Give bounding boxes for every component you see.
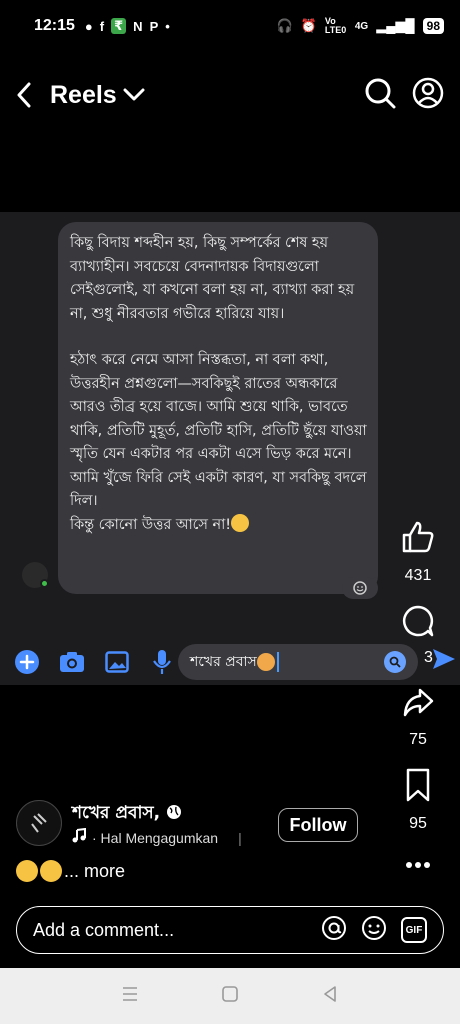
gallery-icon: [104, 649, 130, 675]
search-icon[interactable]: [364, 77, 396, 114]
chat-icon: ●: [84, 18, 93, 34]
emoji-icon[interactable]: [361, 915, 387, 946]
facebook-icon: f: [99, 18, 105, 34]
thumbs-up-icon[interactable]: [401, 520, 435, 559]
message-paragraph-2: হঠাৎ করে নেমে আসা নিস্তব্ধতা, না বলা কথা…: [70, 349, 368, 537]
message-paragraph-2-text: হঠাৎ করে নেমে আসা নিস্তব্ধতা, না বলা কথা…: [70, 352, 367, 509]
comment-bubble-icon[interactable]: [401, 604, 435, 643]
message-bubble: কিছু বিদায় শব্দহীন হয়, কিছু সম্পর্কের …: [58, 222, 378, 594]
p-icon: P: [149, 18, 159, 34]
alarm-icon: ⏰: [300, 18, 317, 33]
sender-avatar: [22, 562, 49, 588]
signal-icon: ▂▄▆█: [376, 18, 415, 33]
signal-4g: 4G: [354, 20, 369, 32]
reels-header: Reels: [0, 70, 460, 120]
share-action[interactable]: 75: [388, 686, 448, 749]
camera-icon: [59, 649, 85, 675]
n-icon: N: [133, 18, 143, 34]
at-mention-icon[interactable]: [321, 915, 347, 946]
comment-action[interactable]: [388, 604, 448, 643]
message-input: শখের প্রবাস: [178, 644, 418, 680]
online-dot: [40, 579, 49, 588]
sad-emoji-icon: [256, 653, 275, 671]
dot-icon: •: [165, 18, 170, 34]
message-paragraph-1: কিছু বিদায় শব্দহীন হয়, কিছু সম্পর্কের …: [70, 235, 355, 322]
message-input-text: শখের প্রবাস: [190, 654, 257, 670]
back-button[interactable]: [16, 75, 46, 115]
battery-level: 98: [422, 18, 444, 34]
like-action[interactable]: 431: [388, 520, 448, 585]
home-icon[interactable]: [221, 985, 239, 1008]
music-note-icon: [72, 827, 86, 847]
share-count: 75: [409, 731, 427, 748]
plus-circle-icon: [14, 649, 40, 675]
save-count: 95: [409, 815, 427, 832]
bookmark-icon[interactable]: [405, 768, 431, 807]
gif-label: GIF: [405, 924, 423, 936]
text-cursor: [276, 652, 279, 672]
headphones-icon: 🎧: [276, 18, 293, 33]
share-arrow-icon[interactable]: [402, 686, 434, 723]
smile-emoji-icon: [231, 513, 250, 532]
comment-input[interactable]: Add a comment... GIF: [16, 906, 444, 954]
recents-icon[interactable]: [121, 985, 139, 1008]
sweat-smile-emoji-icon: [16, 860, 38, 882]
comment-placeholder: Add a comment...: [33, 919, 175, 940]
network-label: Vo LTE0: [324, 16, 347, 35]
gif-icon[interactable]: GIF: [401, 917, 427, 943]
author-avatar[interactable]: [16, 800, 62, 846]
more-options-button[interactable]: [388, 856, 448, 874]
music-info[interactable]: · Hal Mengagumkan |: [72, 827, 242, 847]
author-name[interactable]: শখের প্রবাস,: [72, 800, 182, 828]
send-arrow-icon: [432, 648, 456, 675]
system-nav-bar: [0, 968, 460, 1024]
more-dots-icon[interactable]: [405, 856, 431, 874]
microphone-icon: [149, 649, 175, 675]
chevron-down-icon[interactable]: [123, 88, 145, 102]
author-name-text: শখের প্রবাস,: [72, 803, 161, 823]
back-nav-icon[interactable]: [321, 985, 339, 1008]
like-count: 431: [404, 567, 432, 584]
follow-button[interactable]: Follow: [278, 808, 358, 842]
globe-icon: [166, 803, 182, 823]
status-right: 🎧 ⏰ Vo LTE0 4G ▂▄▆█ 98: [276, 16, 444, 35]
message-last-line: কিন্তু কোনো উত্তর আসে না!: [70, 516, 232, 533]
app-icon: ₹: [111, 18, 127, 34]
caption-more[interactable]: ... more: [64, 861, 125, 882]
notification-icons: ● f ₹ N P •: [85, 18, 170, 34]
profile-icon[interactable]: [412, 77, 444, 114]
message-composer: শখের প্রবাস: [0, 642, 460, 682]
status-time: 12:15: [34, 17, 75, 34]
add-reaction-icon: [342, 577, 378, 599]
save-action[interactable]: 95: [388, 768, 448, 833]
sweat-smile-emoji-icon-2: [40, 860, 62, 882]
page-title[interactable]: Reels: [50, 81, 117, 110]
music-divider: |: [238, 829, 242, 846]
music-title: · Hal Mengagumkan: [92, 829, 219, 846]
emoji-search-icon: [384, 651, 406, 673]
status-bar: 12:15 ● f ₹ N P • 🎧 ⏰ Vo LTE0 4G ▂▄▆█ 98: [0, 0, 460, 52]
caption[interactable]: ... more: [16, 860, 125, 882]
